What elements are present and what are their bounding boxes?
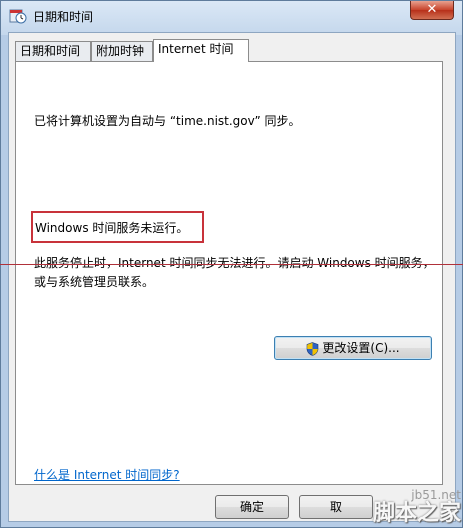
internet-time-panel: 已将计算机设置为自动与 “time.nist.gov” 同步。 Windows … <box>15 61 443 485</box>
dialog-client-area: 日期和时间 附加时钟 Internet 时间 已将计算机设置为自动与 “time… <box>8 32 456 522</box>
tab-date-time[interactable]: 日期和时间 <box>15 41 91 61</box>
watermark: jb51.net 脚本之家 <box>373 488 461 526</box>
service-message-line1: 此服务停止时，Internet 时间同步无法进行。请启动 Windows 时间服… <box>34 256 435 270</box>
title-bar[interactable]: 日期和时间 ✕ <box>1 1 462 31</box>
change-settings-button[interactable]: 更改设置(C)... <box>274 336 432 360</box>
tab-internet-time[interactable]: Internet 时间 <box>153 39 249 62</box>
ok-button[interactable]: 确定 <box>215 495 289 519</box>
horizontal-guide-line <box>0 264 463 265</box>
service-status-text: Windows 时间服务未运行。 <box>35 221 189 235</box>
uac-shield-icon <box>307 341 319 356</box>
change-settings-label: 更改设置(C)... <box>322 341 400 355</box>
close-icon: ✕ <box>426 2 438 17</box>
watermark-brand: 脚本之家 <box>372 501 461 526</box>
internet-time-help-link[interactable]: 什么是 Internet 时间同步? <box>34 466 180 483</box>
window-title: 日期和时间 <box>33 10 94 24</box>
tab-additional-clocks[interactable]: 附加时钟 <box>91 41 153 61</box>
sync-status-text: 已将计算机设置为自动与 “time.nist.gov” 同步。 <box>34 114 301 128</box>
close-button[interactable]: ✕ <box>410 1 454 20</box>
clock-calendar-icon <box>9 9 27 24</box>
watermark-url: jb51.net <box>411 488 461 502</box>
service-message-line2: 或与系统管理员联系。 <box>34 275 155 289</box>
cancel-button[interactable]: 取 <box>299 495 373 519</box>
